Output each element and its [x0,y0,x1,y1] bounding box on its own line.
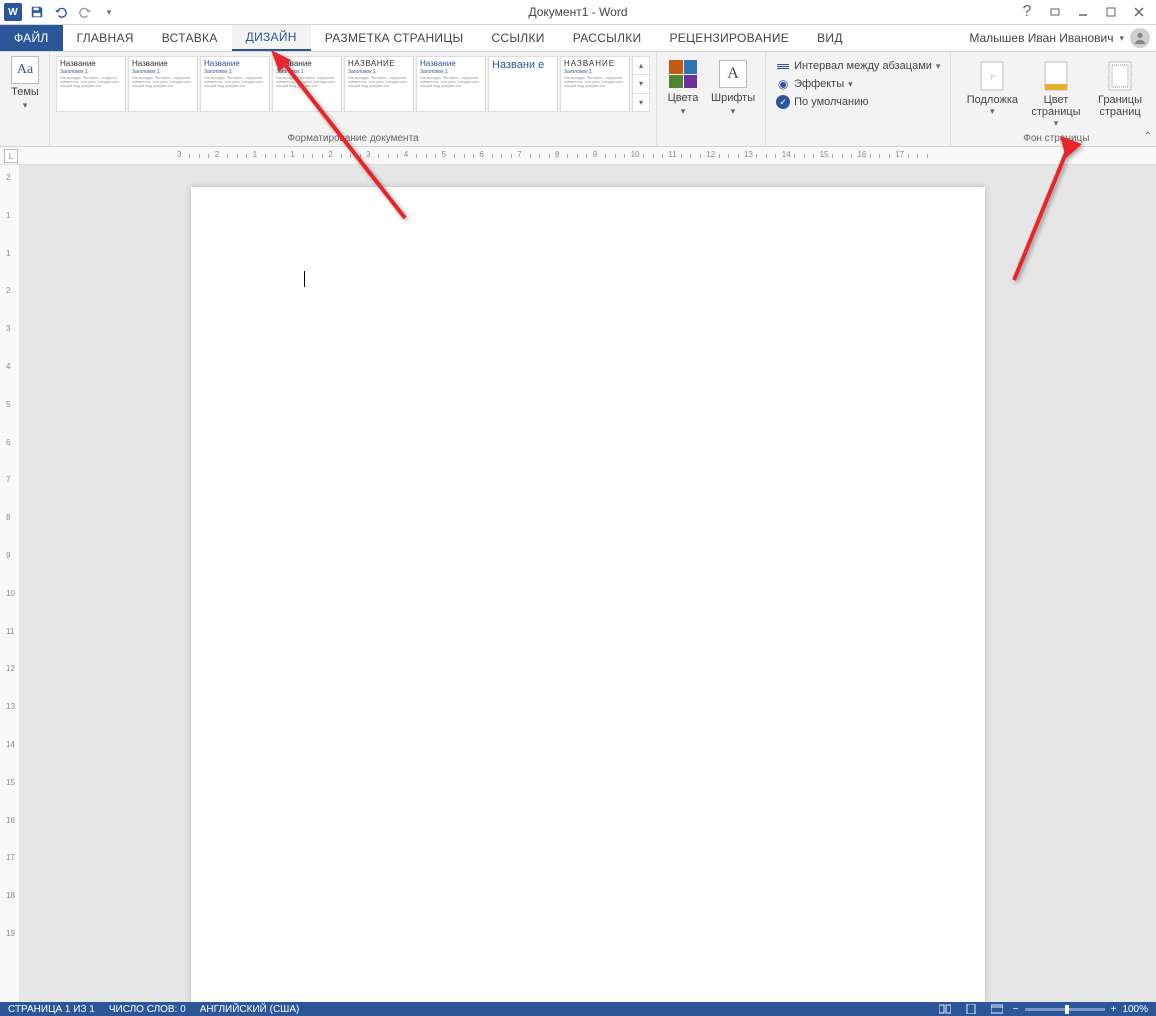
tab-file[interactable]: ФАЙЛ [0,25,63,51]
status-words[interactable]: ЧИСЛО СЛОВ: 0 [109,1004,186,1015]
group-page-background: A Подложка ▾ Цвет страницы ▾ Границы стр… [957,52,1156,146]
group-themes: Aa Темы ▾ [0,52,50,146]
paragraph-spacing-button[interactable]: Интервал между абзацами▾ [772,58,944,74]
user-area[interactable]: Малышев Иван Иванович ▾ [969,25,1156,51]
chevron-down-icon: ▾ [1054,118,1059,129]
group-colors-fonts: Цвета ▾ A Шрифты ▾ [657,52,766,146]
status-bar: СТРАНИЦА 1 ИЗ 1 ЧИСЛО СЛОВ: 0 АНГЛИЙСКИЙ… [0,1002,1156,1016]
check-icon: ✓ [776,95,790,109]
themes-label: Темы [11,86,39,98]
tab-insert[interactable]: ВСТАВКА [148,25,232,51]
zoom-level[interactable]: 100% [1122,1004,1148,1015]
style-item[interactable]: НазваниеЗаголовок 1На вкладке "Вставка" … [416,56,486,112]
window-controls: ? [1014,2,1156,22]
tab-selector[interactable]: L [4,149,18,163]
document-title: Документ1 - Word [528,5,627,19]
style-item[interactable]: НазваниеЗаголовок 1На вкладке "Вставка" … [344,56,414,112]
ribbon: Aa Темы ▾ НазваниеЗаголовок 1На вкладке … [0,52,1156,147]
fonts-button[interactable]: A Шрифты ▾ [707,56,759,119]
group-label: Форматирование документа [50,133,656,144]
style-item[interactable]: НазваниеЗаголовок 1На вкладке "Вставка" … [56,56,126,112]
watermark-button[interactable]: A Подложка ▾ [963,56,1022,131]
watermark-icon: A [977,58,1007,94]
group-doc-formatting: НазваниеЗаголовок 1На вкладке "Вставка" … [50,52,657,146]
user-name: Малышев Иван Иванович [969,31,1113,45]
collapse-ribbon-icon[interactable]: ⌃ [1144,131,1152,142]
chevron-down-icon: ▾ [990,106,995,117]
user-dropdown-icon[interactable]: ▾ [1119,33,1124,44]
status-language[interactable]: АНГЛИЙСКИЙ (США) [200,1004,300,1015]
gallery-scroll: ▴ ▾ ▾ [632,56,650,112]
tab-review[interactable]: РЕЦЕНЗИРОВАНИЕ [655,25,803,51]
zoom-in-icon[interactable]: + [1111,1004,1117,1015]
horizontal-ruler[interactable]: L 3211234567891011121314151617 [0,147,1156,165]
page-borders-button[interactable]: Границы страниц [1090,56,1150,131]
view-print-icon[interactable] [961,1003,981,1015]
qat-more-icon[interactable]: ▾ [100,3,118,21]
gallery-down-icon[interactable]: ▾ [633,74,649,92]
tab-layout[interactable]: РАЗМЕТКА СТРАНИЦЫ [311,25,478,51]
colors-icon [667,58,699,90]
chevron-down-icon: ▾ [681,106,686,117]
vertical-ruler[interactable]: 2112345678910111213141516171819 [0,165,20,1002]
ribbon-display-icon[interactable] [1042,2,1068,22]
tab-references[interactable]: ССЫЛКИ [477,25,558,51]
quick-access-toolbar: W ▾ [0,3,118,21]
view-read-icon[interactable] [935,1003,955,1015]
effects-button[interactable]: ◉ Эффекты▾ [772,76,944,92]
undo-icon[interactable] [52,3,70,21]
view-web-icon[interactable] [987,1003,1007,1015]
effects-icon: ◉ [776,77,790,91]
ribbon-tabs: ФАЙЛ ГЛАВНАЯ ВСТАВКА ДИЗАЙН РАЗМЕТКА СТР… [0,25,1156,52]
maximize-icon[interactable] [1098,2,1124,22]
gallery-more-icon[interactable]: ▾ [633,93,649,111]
page-color-icon [1041,58,1071,94]
spacing-icon [776,59,790,73]
set-default-button[interactable]: ✓ По умолчанию [772,94,944,110]
help-icon[interactable]: ? [1014,2,1040,22]
style-item[interactable]: Названи е [488,56,558,112]
group-label: Фон страницы [957,133,1156,144]
themes-icon: Aa [11,56,39,84]
document-page[interactable] [191,187,985,1002]
style-item[interactable]: НазваниеЗаголовок 1На вкладке "Вставка" … [200,56,270,112]
style-item[interactable]: НазваниеЗаголовок 1На вкладке "Вставка" … [128,56,198,112]
chevron-down-icon: ▾ [731,106,736,117]
status-page[interactable]: СТРАНИЦА 1 ИЗ 1 [8,1004,95,1015]
fonts-icon: A [717,58,749,90]
redo-icon[interactable] [76,3,94,21]
text-cursor [304,271,305,287]
page-borders-icon [1105,58,1135,94]
close-icon[interactable] [1126,2,1152,22]
title-bar: W ▾ Документ1 - Word ? [0,0,1156,25]
style-gallery: НазваниеЗаголовок 1На вкладке "Вставка" … [56,56,650,116]
style-item[interactable]: НазваниеЗаголовок 1На вкладке "Вставка" … [272,56,342,112]
zoom-out-icon[interactable]: − [1013,1004,1019,1015]
minimize-icon[interactable] [1070,2,1096,22]
tab-home[interactable]: ГЛАВНАЯ [63,25,148,51]
tab-design[interactable]: ДИЗАЙН [232,25,311,51]
tab-view[interactable]: ВИД [803,25,857,51]
page-scroll-area[interactable] [20,165,1156,1002]
avatar-icon[interactable] [1130,28,1150,48]
style-item[interactable]: НАЗВАНИЕЗаголовок 1На вкладке "Вставка" … [560,56,630,112]
colors-button[interactable]: Цвета ▾ [663,56,703,119]
gallery-up-icon[interactable]: ▴ [633,57,649,74]
zoom-slider[interactable] [1025,1008,1105,1011]
page-color-button[interactable]: Цвет страницы ▾ [1024,56,1088,131]
tab-mailings[interactable]: РАССЫЛКИ [559,25,656,51]
group-spacing: Интервал между абзацами▾ ◉ Эффекты▾ ✓ По… [766,52,951,146]
save-icon[interactable] [28,3,46,21]
chevron-down-icon: ▾ [23,100,28,111]
themes-button[interactable]: Aa Темы ▾ [6,56,44,111]
word-icon: W [4,3,22,21]
workspace: 2112345678910111213141516171819 [0,165,1156,1002]
